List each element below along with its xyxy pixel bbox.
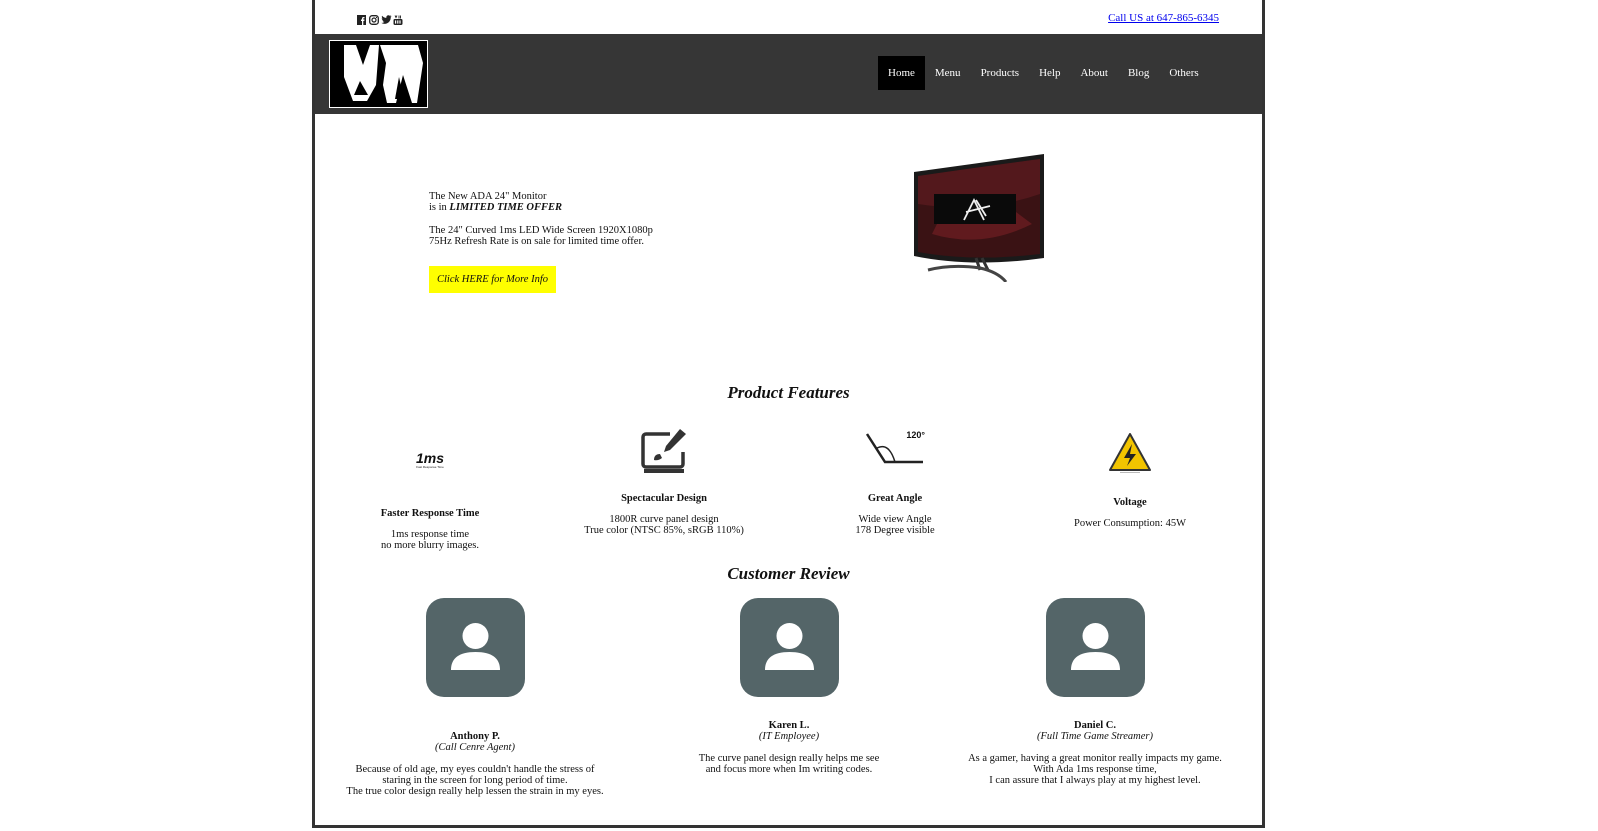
hero-desc1: The 24" Curved 1ms LED Wide Screen 1920X…	[429, 225, 653, 236]
design-tablet-icon	[640, 428, 688, 474]
review-line: staring in the screen for long period of…	[382, 775, 568, 786]
nav-others[interactable]: Others	[1159, 56, 1208, 90]
review-card: Daniel C. (Full Time Game Streamer) As a…	[945, 598, 1245, 786]
feature-line: 1ms response time	[390, 529, 470, 540]
social-icons	[357, 12, 403, 25]
feature-response-time: 1ms Fast Response Time Faster Response T…	[335, 450, 525, 551]
page-frame: Call US at 647-865-6345 Home Menu Produc…	[312, 0, 1265, 828]
reviews-heading: Customer Review	[727, 564, 850, 583]
nav-blog[interactable]: Blog	[1118, 56, 1159, 90]
feature-line: 1800R curve panel design	[609, 514, 719, 525]
review-card: Anthony P. (Call Cenre Agent) Because of…	[331, 598, 619, 797]
nav-products[interactable]: Products	[971, 56, 1030, 90]
feature-line: 178 Degree visible	[855, 525, 935, 536]
reviewer-role: (Full Time Game Streamer)	[1037, 731, 1153, 742]
hero-desc2: 75Hz Refresh Rate is on sale for limited…	[429, 236, 644, 247]
reviewer-role: (Call Cenre Agent)	[435, 742, 515, 753]
avatar	[1045, 598, 1145, 697]
review-line: Because of old age, my eyes couldn't han…	[355, 764, 595, 775]
avatar	[425, 598, 525, 697]
nav-home[interactable]: Home	[878, 56, 925, 90]
voltage-warning-icon	[1108, 432, 1152, 474]
hero-line1: The New ADA 24" Monitor	[429, 191, 547, 202]
review-line: With Ada 1ms response time,	[1033, 764, 1157, 775]
review-card: Karen L. (IT Employee) The curve panel d…	[645, 598, 933, 775]
nav-about[interactable]: About	[1070, 56, 1118, 90]
review-line: and focus more when Im writing codes.	[705, 764, 873, 775]
angle-icon: 120°	[865, 428, 925, 466]
hero-line2-prefix: is in	[429, 202, 450, 213]
feature-line: True color (NTSC 85%, sRGB 110%)	[584, 525, 744, 536]
feature-line: Wide view Angle	[858, 514, 932, 525]
call-us-link[interactable]: Call US at 647-865-6345	[1108, 12, 1219, 24]
reviewer-name: Anthony P.	[450, 731, 500, 742]
1ms-icon-subtext: Fast Response Time	[416, 465, 444, 469]
features-heading: Product Features	[727, 383, 850, 402]
hero-text: The New ADA 24" Monitor is in LIMITED TI…	[429, 191, 653, 293]
feature-line: no more blurry images.	[381, 540, 479, 551]
youtube-icon[interactable]	[393, 12, 403, 25]
review-line: As a gamer, having a great monitor reall…	[968, 753, 1222, 764]
nav-menu[interactable]: Menu	[925, 56, 971, 90]
feature-line: Power Consumption: 45W	[1074, 518, 1186, 529]
feature-voltage: Voltage Power Consumption: 45W	[1040, 432, 1220, 529]
nav-help[interactable]: Help	[1029, 56, 1070, 90]
feature-title: Spectacular Design	[621, 493, 707, 504]
reviewer-role: (IT Employee)	[758, 731, 820, 742]
1ms-icon-text: 1ms	[415, 450, 445, 466]
avatar	[739, 598, 839, 697]
more-info-button[interactable]: Click HERE for More Info	[429, 266, 557, 293]
reviewer-name: Karen L.	[768, 720, 810, 731]
monitor-image	[912, 154, 1048, 287]
facebook-icon[interactable]	[357, 12, 366, 25]
main-nav: Home Menu Products Help About Blog Other…	[878, 56, 1209, 90]
1ms-icon: 1ms Fast Response Time	[410, 450, 450, 470]
hero-offer-emphasis: LIMITED TIME OFFER	[449, 202, 563, 213]
hero-description: The 24" Curved 1ms LED Wide Screen 1920X…	[429, 225, 653, 247]
review-line: The curve panel design really helps me s…	[698, 753, 880, 764]
review-line: The true color design really help lessen…	[346, 786, 604, 797]
feature-design: Spectacular Design 1800R curve panel des…	[559, 428, 769, 536]
feature-angle: 120° Great Angle Wide view Angle 178 Deg…	[805, 428, 985, 536]
hero-headline: The New ADA 24" Monitor is in LIMITED TI…	[429, 191, 653, 213]
twitter-icon[interactable]	[381, 12, 392, 24]
feature-title: Faster Response Time	[380, 508, 480, 519]
angle-icon-text: 120°	[906, 430, 925, 440]
feature-title: Great Angle	[867, 493, 923, 504]
navbar: Home Menu Products Help About Blog Other…	[315, 34, 1262, 114]
review-line: I can assure that I always play at my hi…	[989, 775, 1201, 786]
reviewer-name: Daniel C.	[1074, 720, 1116, 731]
feature-title: Voltage	[1113, 497, 1147, 508]
site-logo[interactable]	[329, 40, 428, 108]
instagram-icon[interactable]	[369, 12, 379, 25]
